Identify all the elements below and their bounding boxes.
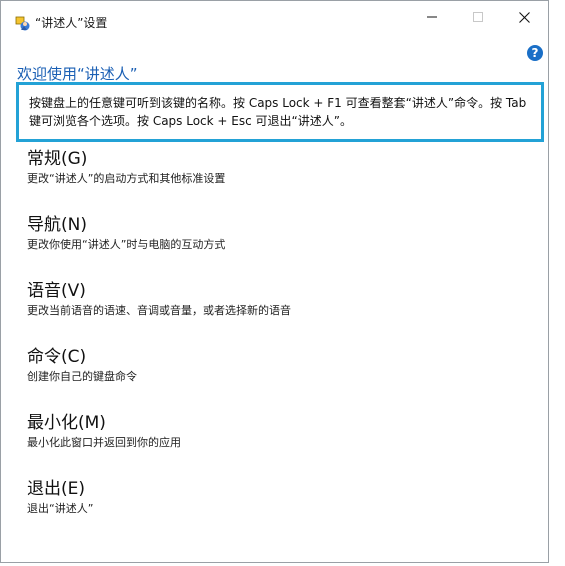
option-description: 退出“讲述人” — [27, 502, 94, 515]
welcome-heading: 欢迎使用“讲述人” — [17, 65, 138, 83]
option-title: 命令(C) — [27, 347, 87, 367]
option-navigation[interactable]: 导航(N) 更改你使用“讲述人”时与电脑的互动方式 — [27, 214, 527, 252]
close-button[interactable] — [501, 1, 547, 33]
option-description: 更改“讲述人”的启动方式和其他标准设置 — [27, 172, 226, 185]
narrator-icon — [15, 16, 31, 32]
instructions-line-1: 按键盘上的任意键可听到该键的名称。按 Caps Lock + F1 可查看整套“… — [29, 96, 527, 110]
option-description: 更改当前语音的语速、音调或音量，或者选择新的语音 — [27, 304, 291, 317]
narrator-settings-window: “讲述人”设置 ? 欢迎使用“讲述人” 按键盘上的任意键可听到该键的名称。按 C… — [0, 0, 549, 563]
option-voice[interactable]: 语音(V) 更改当前语音的语速、音调或音量，或者选择新的语音 — [27, 280, 527, 318]
option-exit[interactable]: 退出(E) 退出“讲述人” — [27, 478, 527, 516]
close-icon — [518, 11, 530, 23]
option-description: 最小化此窗口并返回到你的应用 — [27, 436, 181, 449]
option-commands[interactable]: 命令(C) 创建你自己的键盘命令 — [27, 346, 527, 384]
instructions-box: 按键盘上的任意键可听到该键的名称。按 Caps Lock + F1 可查看整套“… — [16, 82, 544, 142]
instructions-line-2: 键可浏览各个选项。按 Caps Lock + Esc 可退出“讲述人”。 — [29, 114, 352, 128]
minimize-button[interactable] — [409, 1, 455, 33]
option-description: 更改你使用“讲述人”时与电脑的互动方式 — [27, 238, 226, 251]
option-title: 语音(V) — [27, 281, 86, 301]
help-icon[interactable]: ? — [527, 45, 543, 61]
option-description: 创建你自己的键盘命令 — [27, 370, 137, 383]
minimize-icon — [427, 12, 437, 22]
option-title: 退出(E) — [27, 479, 86, 499]
option-title: 导航(N) — [27, 215, 87, 235]
option-minimize[interactable]: 最小化(M) 最小化此窗口并返回到你的应用 — [27, 412, 527, 450]
window-title: “讲述人”设置 — [35, 16, 108, 30]
option-title: 常规(G) — [27, 149, 88, 169]
option-title: 最小化(M) — [27, 413, 106, 433]
title-bar[interactable]: “讲述人”设置 — [1, 1, 548, 41]
maximize-button — [455, 1, 501, 33]
option-general[interactable]: 常规(G) 更改“讲述人”的启动方式和其他标准设置 — [27, 148, 527, 186]
maximize-icon — [473, 12, 483, 22]
